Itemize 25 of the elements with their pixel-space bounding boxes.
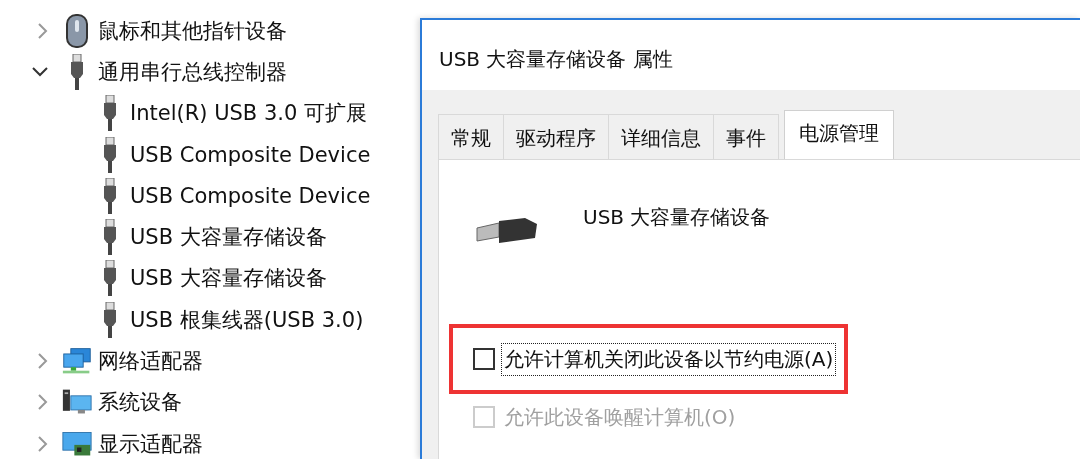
- network-computers-icon: [62, 346, 92, 376]
- checkbox[interactable]: [473, 348, 495, 370]
- tab[interactable]: 常规: [438, 114, 504, 159]
- tab[interactable]: 电源管理: [784, 110, 894, 159]
- chevron-right-icon[interactable]: [38, 353, 48, 369]
- tree-item[interactable]: 通用串行总线控制器: [98, 57, 287, 86]
- tree-item[interactable]: 鼠标和其他指针设备: [98, 16, 287, 45]
- usb-cable-icon: [475, 216, 539, 246]
- device-name: USB 大容量存储设备: [583, 204, 771, 231]
- chevron-right-icon[interactable]: [38, 394, 48, 411]
- tree-item[interactable]: USB 根集线器(USB 3.0): [130, 305, 364, 334]
- tree-item[interactable]: Intel(R) USB 3.0 可扩展: [130, 99, 367, 128]
- tree-item[interactable]: 网络适配器: [98, 347, 203, 375]
- checkbox-label[interactable]: 允许计算机关闭此设备以节约电源(A): [501, 342, 837, 376]
- tree-item[interactable]: 显示适配器: [98, 429, 203, 458]
- tree-item[interactable]: USB Composite Device: [130, 142, 371, 167]
- tree-item[interactable]: USB Composite Device: [130, 183, 371, 208]
- chevron-down-icon[interactable]: [32, 66, 48, 77]
- chevron-right-icon[interactable]: [38, 22, 48, 39]
- chevron-right-icon[interactable]: [38, 435, 48, 452]
- tree-item[interactable]: USB 大容量存储设备: [130, 264, 327, 293]
- tree-item[interactable]: 系统设备: [98, 388, 182, 417]
- tab[interactable]: 事件: [713, 114, 779, 159]
- tree-item[interactable]: USB 大容量存储设备: [130, 223, 327, 252]
- dialog-title: USB 大容量存储设备 属性: [422, 20, 1080, 90]
